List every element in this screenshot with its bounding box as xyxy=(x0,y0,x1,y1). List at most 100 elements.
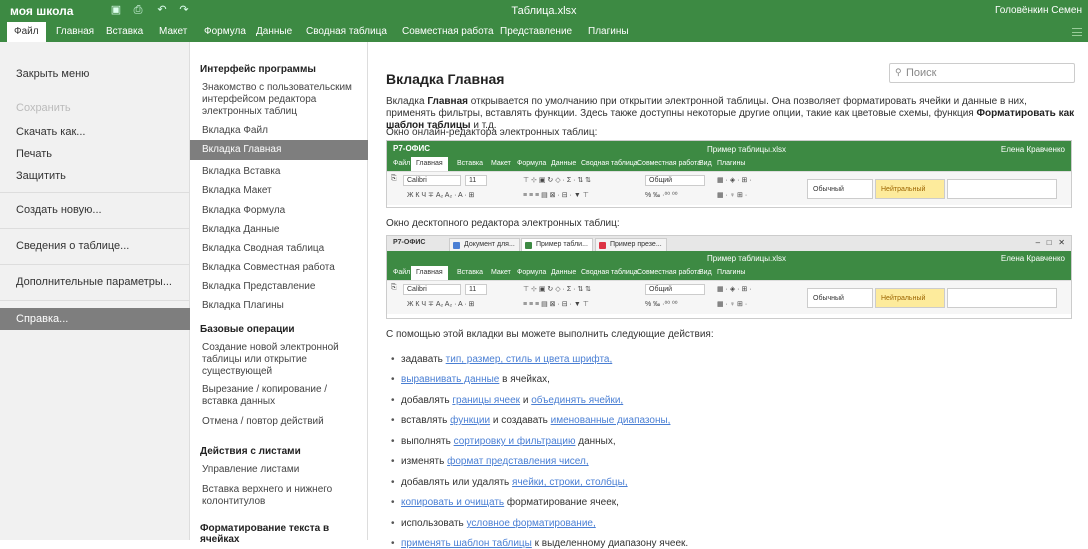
nav-item[interactable]: Управление листами xyxy=(202,464,362,476)
tab-plugins[interactable]: Плагины xyxy=(588,26,629,37)
nav-item[interactable]: Вкладка Совместная работа xyxy=(202,262,362,274)
help-link[interactable]: тип, размер, стиль и цвета шрифта, xyxy=(446,354,613,365)
nav-item[interactable]: Знакомство с пользовательским интерфейсо… xyxy=(202,82,362,118)
tab-view[interactable]: Представление xyxy=(500,26,572,37)
table-info-item[interactable]: Сведения о таблице... xyxy=(0,240,190,252)
nav-item[interactable]: Вкладка Данные xyxy=(202,224,362,236)
mini-tab: Вставка xyxy=(457,160,484,167)
help-link[interactable]: выравнивать данные xyxy=(401,374,499,385)
mini-tab: Совместная работа xyxy=(637,160,702,167)
mini-tab: Сводная таблица xyxy=(581,269,638,276)
download-as-item[interactable]: Скачать как... xyxy=(0,126,190,138)
mini-number-icons: % ‰ ·⁰⁰ ⁰⁰ xyxy=(645,301,678,308)
desktop-caption: Окно десктопного редактора электронных т… xyxy=(386,218,620,229)
list-item: добавлять или удалять ячейки, строки, ст… xyxy=(391,477,628,488)
help-link[interactable]: копировать и очищать xyxy=(401,497,504,508)
create-new-item[interactable]: Создать новую... xyxy=(0,204,190,216)
title-bar: моя школа ▣ ⎙ ↶ ↷ Таблица.xlsx Головёнки… xyxy=(0,0,1088,22)
tab-collaboration[interactable]: Совместная работа xyxy=(402,26,494,37)
mini-brand: Р7-ОФИС xyxy=(393,144,431,153)
mini-paste-icon: ⎘ xyxy=(391,284,397,291)
protect-item[interactable]: Защитить xyxy=(0,170,190,182)
print-item[interactable]: Печать xyxy=(0,148,190,160)
nav-item[interactable]: Вставка верхнего и нижнего колонтитулов xyxy=(202,484,362,508)
mini-brand: Р7-ОФИС xyxy=(393,239,426,246)
mini-tab: Вид xyxy=(699,269,712,276)
tab-formula[interactable]: Формула xyxy=(204,26,246,37)
mini-size-select: 11 xyxy=(465,284,487,295)
nav-item[interactable]: Отмена / повтор действий xyxy=(202,416,362,428)
nav-item[interactable]: Вкладка Сводная таблица xyxy=(202,243,362,255)
help-link[interactable]: условное форматирование, xyxy=(467,518,596,529)
mini-style-gallery xyxy=(947,288,1057,308)
nav-section-title: Интерфейс программы xyxy=(200,64,316,75)
mini-number-format: Общий xyxy=(645,284,705,295)
list-item: добавлять границы ячеек и объединять яче… xyxy=(391,395,623,406)
mini-doc-tab-label: Документ для... xyxy=(464,241,515,248)
list-item: выполнять сортировку и фильтрацию данных… xyxy=(391,436,616,447)
help-link[interactable]: функции xyxy=(450,415,490,426)
mini-tab: Файл xyxy=(393,160,411,167)
list-item: использовать условное форматирование, xyxy=(391,518,596,529)
mini-font-select: Calibri xyxy=(403,175,461,186)
intro-bold: Главная xyxy=(427,96,468,107)
mini-style-neutral: Нейтральный xyxy=(875,288,945,308)
tab-data[interactable]: Данные xyxy=(256,26,292,37)
nav-item[interactable]: Вкладка Формула xyxy=(202,205,362,217)
save-item: Сохранить xyxy=(16,102,71,114)
nav-item[interactable]: Вкладка Плагины xyxy=(202,300,362,312)
mini-pres-tab-label: Пример презе... xyxy=(610,241,662,248)
list-item: изменять формат представления чисел, xyxy=(391,456,589,467)
mini-tab: Формула xyxy=(517,269,547,276)
list-text: добавлять xyxy=(401,395,453,406)
mini-tab: Плагины xyxy=(717,160,746,167)
mini-pres-tab: Пример презе... xyxy=(595,238,667,251)
list-text: вставлять xyxy=(401,415,451,426)
help-link[interactable]: именованные диапазоны, xyxy=(551,415,671,426)
nav-item-selected[interactable]: Вкладка Главная xyxy=(190,140,368,160)
mini-tab: Вставка xyxy=(457,269,484,276)
tab-insert[interactable]: Вставка xyxy=(106,26,143,37)
mini-tab: Сводная таблица xyxy=(581,160,638,167)
list-item: копировать и очищать форматирование ячее… xyxy=(391,497,619,508)
mini-tab: Макет xyxy=(491,269,511,276)
help-link[interactable]: формат представления чисел, xyxy=(447,456,589,467)
menu-icon[interactable] xyxy=(1072,28,1082,36)
nav-item[interactable]: Вкладка Представление xyxy=(202,281,362,293)
user-name[interactable]: Головёнкин Семен xyxy=(995,5,1082,16)
help-link[interactable]: границы ячеек xyxy=(452,395,520,406)
mini-tab: Файл xyxy=(393,269,411,276)
mini-file-title: Пример таблицы.xlsx xyxy=(707,145,787,154)
list-item: задавать тип, размер, стиль и цвета шриф… xyxy=(391,354,613,365)
mini-user: Елена Кравченко xyxy=(1000,145,1065,154)
help-item[interactable]: Справка... xyxy=(0,308,190,330)
search-input[interactable]: ⚲ Поиск xyxy=(889,63,1075,83)
intro-text: Вкладка xyxy=(386,96,428,107)
nav-item[interactable]: Вырезание / копирование / вставка данных xyxy=(202,384,362,408)
nav-item[interactable]: Вкладка Файл xyxy=(202,125,362,137)
help-link[interactable]: объединять ячейки, xyxy=(531,395,623,406)
help-link[interactable]: сортировку и фильтрацию xyxy=(454,436,576,447)
list-item: вставлять функции и создавать именованны… xyxy=(391,415,671,426)
nav-item[interactable]: Вкладка Вставка xyxy=(202,166,362,178)
help-navigation: Интерфейс программы Знакомство с пользов… xyxy=(190,42,368,545)
mini-number-icons: % ‰ ·⁰⁰ ⁰⁰ xyxy=(645,192,678,199)
nav-item[interactable]: Вкладка Макет xyxy=(202,185,362,197)
help-link[interactable]: ячейки, строки, столбцы, xyxy=(512,477,628,488)
mini-style-normal: Обычный xyxy=(807,179,873,199)
tab-home[interactable]: Главная xyxy=(56,26,94,37)
list-text: и xyxy=(520,395,532,406)
search-icon: ⚲ xyxy=(895,67,902,77)
tab-file[interactable]: Файл xyxy=(7,22,46,42)
close-menu-item[interactable]: Закрыть меню xyxy=(0,68,190,80)
list-text: изменять xyxy=(401,456,448,467)
nav-section-title: Форматирование текста в ячейках xyxy=(200,523,330,545)
advanced-settings-item[interactable]: Дополнительные параметры... xyxy=(0,276,190,288)
tab-pivot[interactable]: Сводная таблица xyxy=(306,26,387,37)
divider xyxy=(0,264,190,265)
list-text: данных, xyxy=(575,436,616,447)
tab-layout[interactable]: Макет xyxy=(159,26,187,37)
nav-item[interactable]: Создание новой электронной таблицы или о… xyxy=(202,342,362,378)
mini-style-neutral: Нейтральный xyxy=(875,179,945,199)
mini-font-select: Calibri xyxy=(403,284,461,295)
